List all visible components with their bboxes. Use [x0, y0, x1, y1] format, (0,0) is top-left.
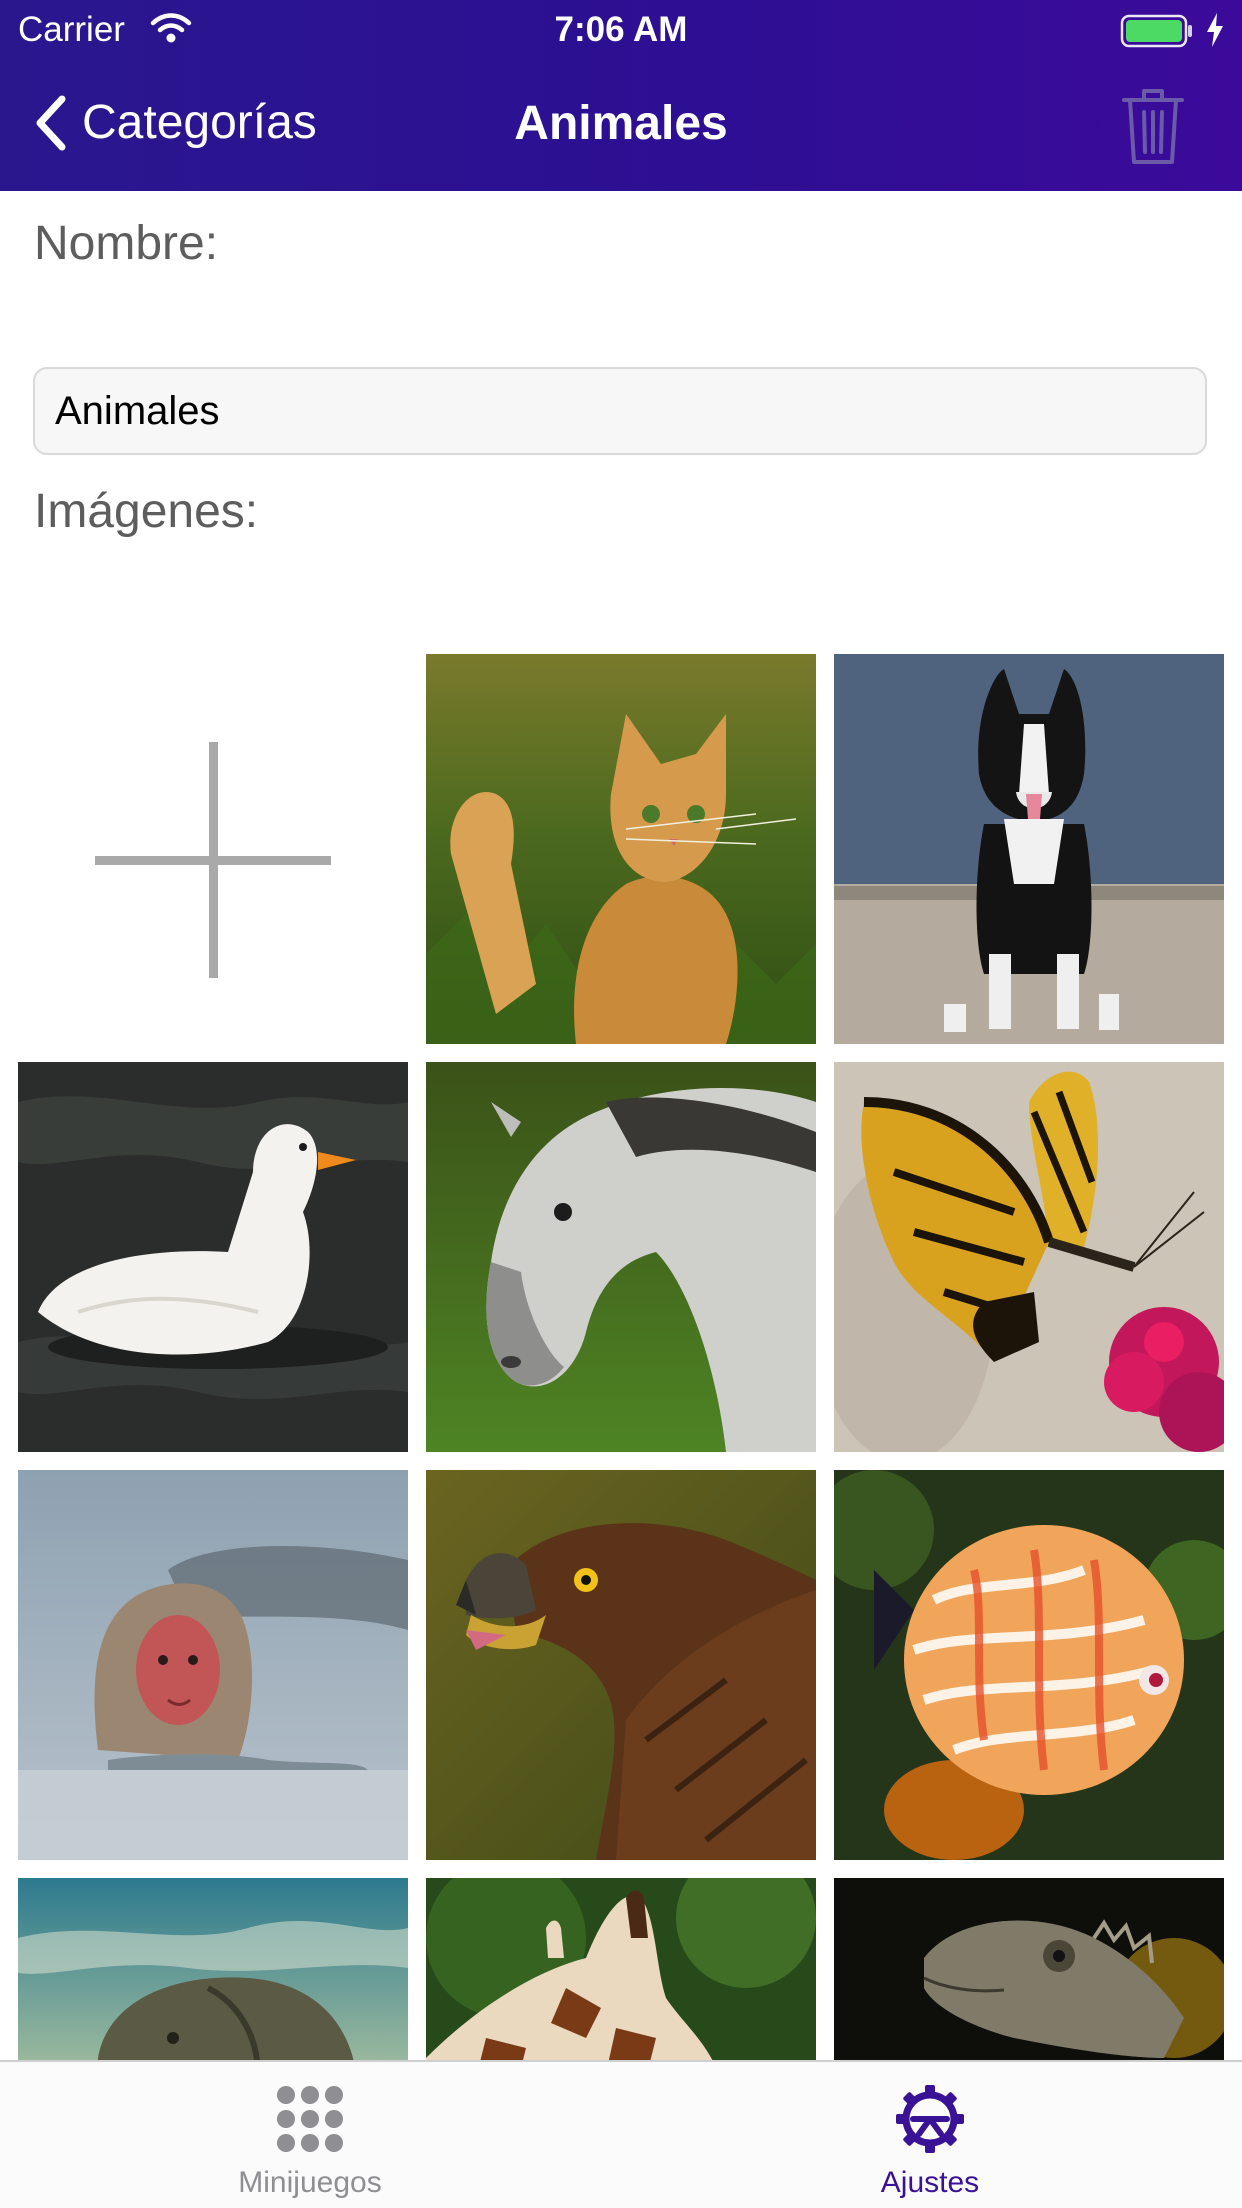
tab-label-ajustes: Ajustes: [880, 2166, 980, 2199]
battery-icon: [1120, 14, 1192, 48]
cat-image: [426, 654, 816, 1044]
tab-label-minijuegos: Minijuegos: [238, 2166, 382, 2199]
image-tile-eagle[interactable]: [426, 1470, 816, 1860]
add-image-button[interactable]: [18, 654, 408, 1044]
fish-image: [834, 1470, 1224, 1860]
butterfly-image: [834, 1062, 1224, 1452]
screen: Carrier 7:06 AM Categorías Animales Nomb…: [0, 0, 1242, 2208]
plus-icon: [95, 742, 331, 978]
trash-icon[interactable]: [1120, 86, 1186, 166]
page-title: Animales: [514, 97, 728, 150]
tab-ajustes[interactable]: Ajustes: [780, 2062, 1080, 2208]
horse-image: [426, 1062, 816, 1452]
image-tile-horse[interactable]: [426, 1062, 816, 1452]
status-time: 7:06 AM: [554, 10, 688, 49]
name-input[interactable]: [33, 367, 1207, 455]
images-label: Imágenes:: [34, 485, 259, 538]
image-tile-monkey[interactable]: [18, 1470, 408, 1860]
tab-bar: Minijuegos Ajustes: [0, 2060, 1242, 2208]
grid-dots-icon: [277, 2086, 343, 2152]
monkey-image: [18, 1470, 408, 1860]
image-tile-duck[interactable]: [18, 1062, 408, 1452]
image-tile-fish[interactable]: [834, 1470, 1224, 1860]
charging-bolt-icon: [1207, 13, 1223, 47]
tab-minijuegos[interactable]: Minijuegos: [160, 2062, 460, 2208]
header: Carrier 7:06 AM Categorías Animales: [0, 0, 1242, 191]
status-bar: Carrier 7:06 AM: [0, 0, 1242, 60]
gear-icon: [896, 2085, 964, 2153]
image-tile-cat[interactable]: [426, 654, 816, 1044]
image-grid: [0, 0, 1242, 2208]
dog-image: [834, 654, 1224, 1044]
duck-image: [18, 1062, 408, 1452]
image-tile-butterfly[interactable]: [834, 1062, 1224, 1452]
nav-bar: Categorías Animales: [0, 60, 1242, 191]
name-label: Nombre:: [34, 217, 219, 270]
eagle-image: [426, 1470, 816, 1860]
image-tile-dog[interactable]: [834, 654, 1224, 1044]
